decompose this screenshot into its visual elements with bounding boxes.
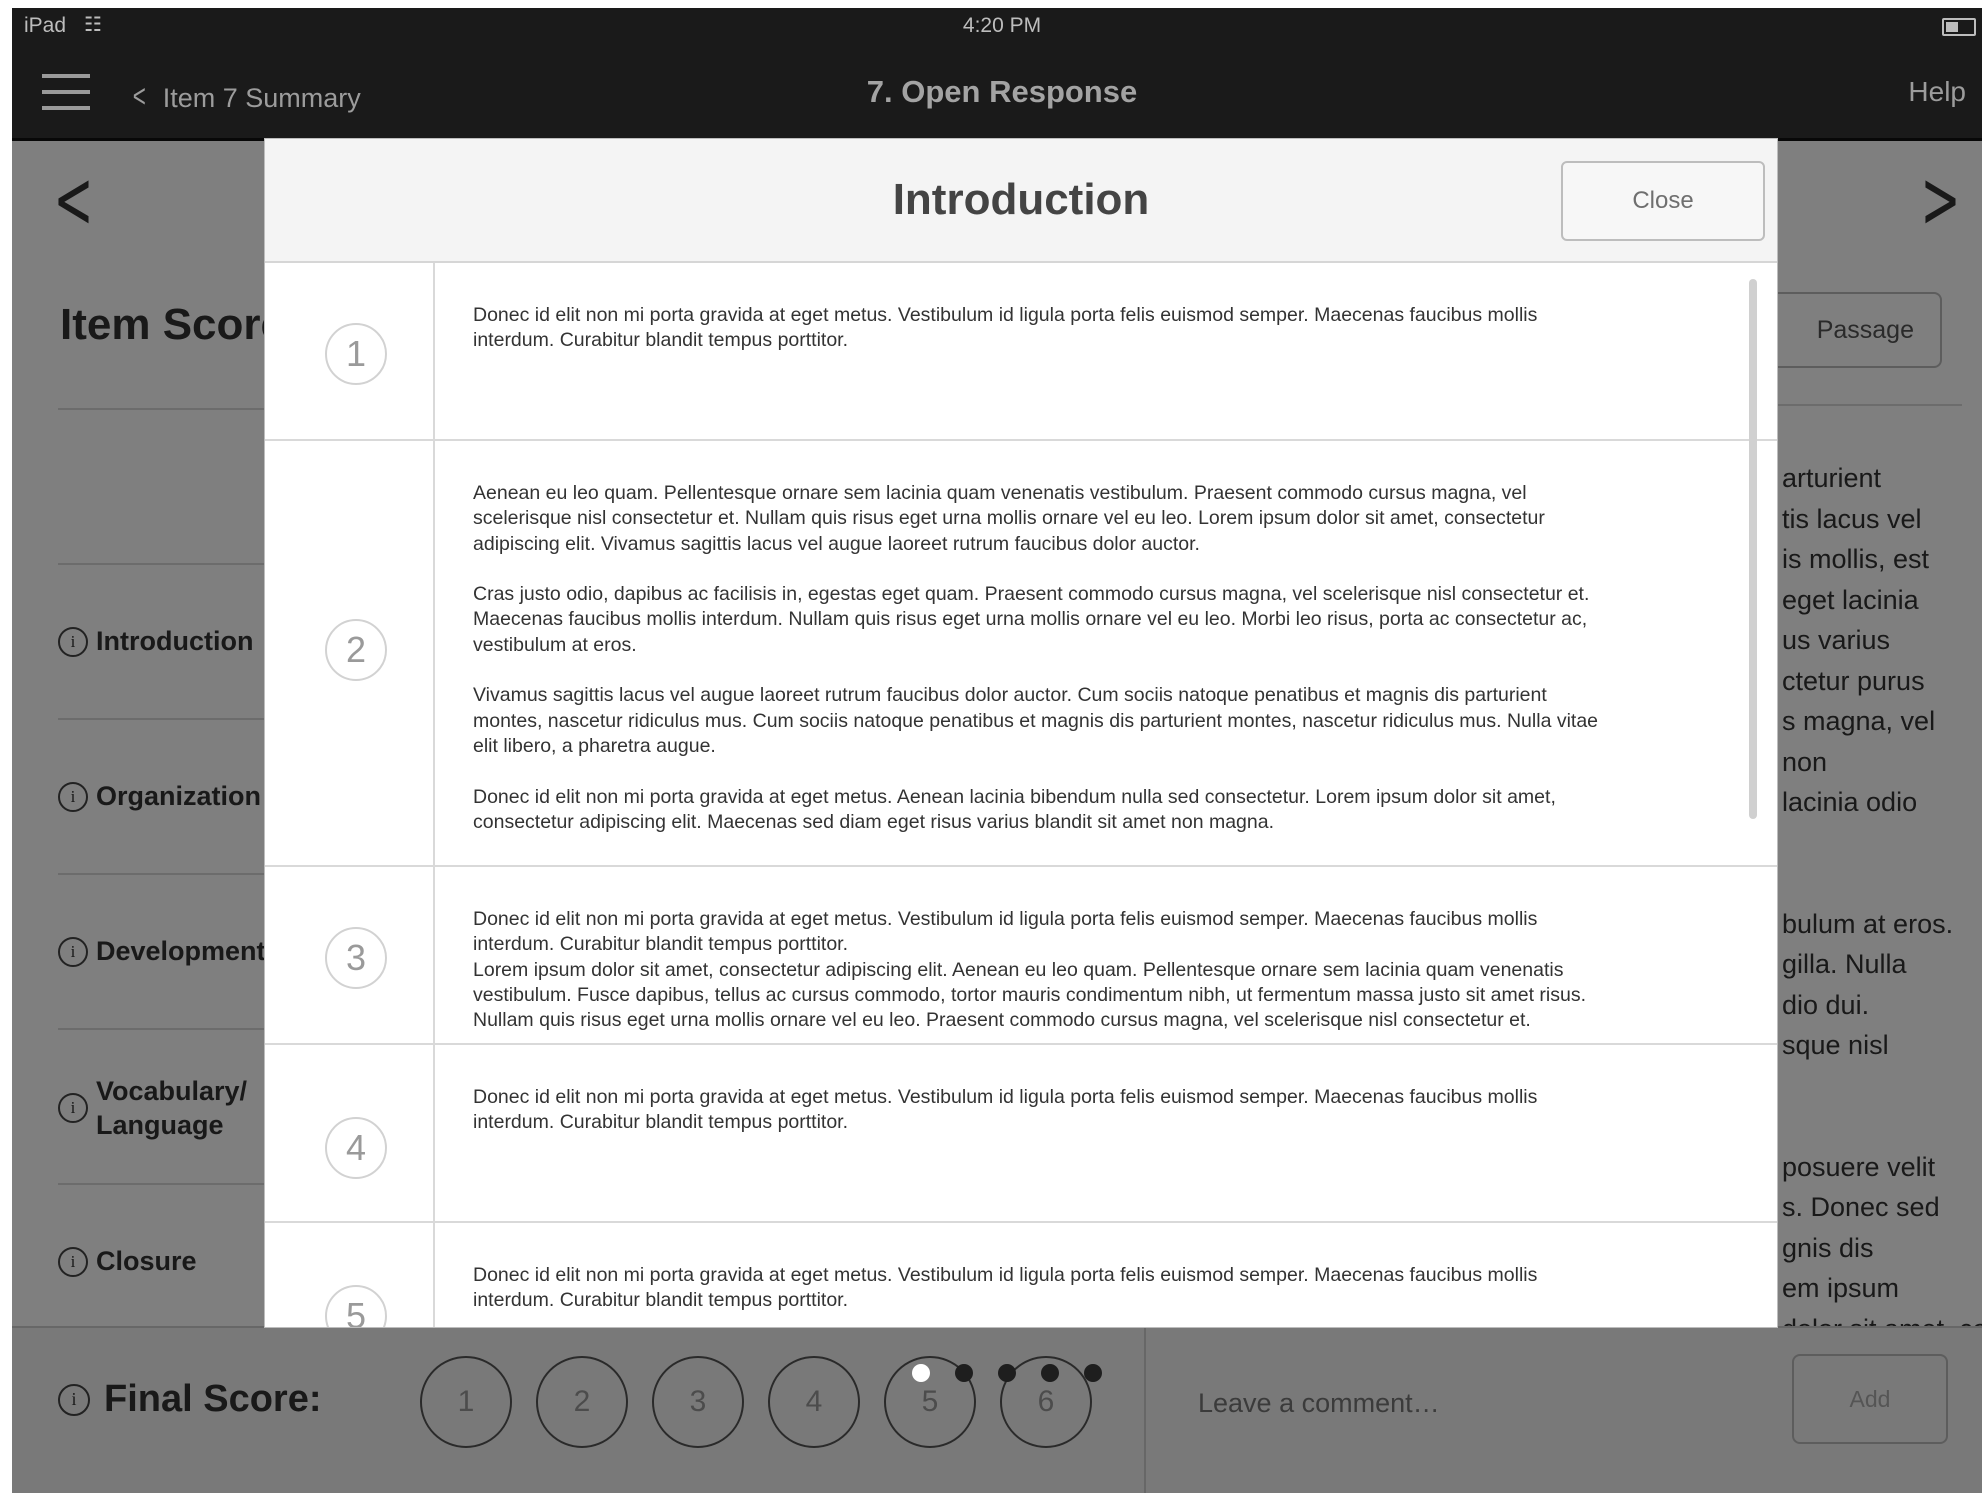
modal-title: Introduction <box>892 175 1150 224</box>
row-text: Donec id elit non mi porta gravida at eg… <box>473 1085 1723 1136</box>
paragraph: Cras justo odio, dapibus ac facilisis in… <box>473 583 1590 656</box>
row-number: 5 <box>325 1285 387 1327</box>
row-number: 2 <box>325 619 387 681</box>
paragraph: Donec id elit non mi porta gravida at eg… <box>473 785 1556 833</box>
battery-icon <box>1942 18 1976 36</box>
list-item: 1 Donec id elit non mi porta gravida at … <box>265 263 1777 441</box>
page-dot[interactable] <box>912 1364 930 1382</box>
paragraph: Donec id elit non mi porta gravida at eg… <box>473 304 1538 352</box>
row-number-column: 1 <box>265 263 435 439</box>
nav-bar: < Item 7 Summary 7. Open Response Help <box>12 44 1982 141</box>
row-number-column: 5 <box>265 1223 435 1327</box>
row-number-column: 4 <box>265 1045 435 1221</box>
page-dot[interactable] <box>955 1364 973 1382</box>
modal-header: Introduction Close <box>265 139 1777 263</box>
introduction-modal: Introduction Close 1 Donec id elit non m… <box>264 138 1778 1328</box>
help-button[interactable]: Help <box>1908 76 1966 108</box>
row-number-column: 3 <box>265 867 435 1043</box>
paragraph: Vivamus sagittis lacus vel augue laoreet… <box>473 684 1599 757</box>
row-text: Donec id elit non mi porta gravida at eg… <box>473 303 1723 354</box>
row-text: Donec id elit non mi porta gravida at eg… <box>473 907 1723 1033</box>
page-dot[interactable] <box>998 1364 1016 1382</box>
app-screen: iPad ☷ 4:20 PM < Item 7 Summary 7. Open R… <box>12 8 1982 1493</box>
page-indicator <box>912 1364 1112 1394</box>
paragraph: Aenean eu leo quam. Pellentesque ornare … <box>473 482 1545 555</box>
status-bar: iPad ☷ 4:20 PM <box>12 8 1982 44</box>
paragraph: Donec id elit non mi porta gravida at eg… <box>473 908 1587 1032</box>
row-number: 1 <box>325 323 387 385</box>
row-text: Aenean eu leo quam. Pellentesque ornare … <box>473 481 1723 835</box>
row-number: 4 <box>325 1117 387 1179</box>
row-number-column: 2 <box>265 441 435 865</box>
row-number: 3 <box>325 927 387 989</box>
page-title: 7. Open Response <box>866 74 1138 109</box>
close-button[interactable]: Close <box>1561 161 1765 241</box>
list-item: 4 Donec id elit non mi porta gravida at … <box>265 1045 1777 1223</box>
list-item: 5 Donec id elit non mi porta gravida at … <box>265 1223 1777 1327</box>
page-dot[interactable] <box>1084 1364 1102 1382</box>
modal-body[interactable]: 1 Donec id elit non mi porta gravida at … <box>265 263 1777 1327</box>
paragraph: Donec id elit non mi porta gravida at eg… <box>473 1264 1538 1312</box>
scrollbar[interactable] <box>1749 279 1757 819</box>
list-item: 3 Donec id elit non mi porta gravida at … <box>265 867 1777 1045</box>
row-text: Donec id elit non mi porta gravida at eg… <box>473 1263 1723 1314</box>
list-item: 2 Aenean eu leo quam. Pellentesque ornar… <box>265 441 1777 867</box>
clock: 4:20 PM <box>962 14 1042 37</box>
paragraph: Donec id elit non mi porta gravida at eg… <box>473 1086 1538 1134</box>
page-dot[interactable] <box>1041 1364 1059 1382</box>
